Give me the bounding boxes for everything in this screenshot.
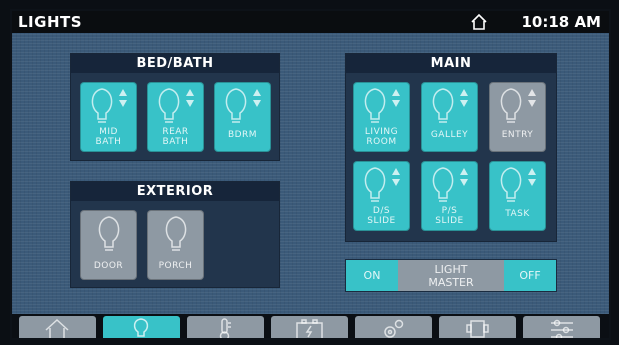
dimmer-arrows-icon xyxy=(528,89,536,107)
lightbulb-icon xyxy=(432,167,454,202)
master-on-button[interactable]: ON xyxy=(346,260,398,291)
light-label: SLIDE xyxy=(367,216,396,226)
lightbulb-icon xyxy=(91,88,113,123)
bedbath-panel: BED/BATH MID BATH REAR BATH BDRM xyxy=(70,53,280,161)
light-button-door[interactable]: DOOR xyxy=(80,210,137,280)
gear-icon xyxy=(384,319,404,338)
light-button-entry[interactable]: ENTRY xyxy=(489,82,546,152)
light-label: D/S xyxy=(372,206,391,216)
lightbulb-icon xyxy=(432,88,454,123)
master-label-line2: MASTER xyxy=(428,276,474,289)
master-off-button[interactable]: OFF xyxy=(504,260,556,291)
light-label: ROOM xyxy=(366,137,397,147)
battery-icon xyxy=(296,319,323,338)
generator-icon xyxy=(466,320,489,338)
light-label: TASK xyxy=(505,209,530,219)
light-label: BATH xyxy=(162,137,189,147)
clock: 10:18 AM xyxy=(521,13,601,31)
dimmer-arrows-icon xyxy=(392,89,400,107)
lightbulb-icon xyxy=(364,167,386,202)
bedbath-panel-title: BED/BATH xyxy=(71,54,279,73)
nav-tab-lights[interactable] xyxy=(103,316,180,338)
home-icon xyxy=(45,318,69,338)
lightbulb-icon xyxy=(500,88,522,123)
dimmer-arrows-icon xyxy=(392,168,400,186)
light-label: REAR xyxy=(162,127,189,137)
master-label: LIGHT MASTER xyxy=(398,260,504,291)
dimmer-arrows-icon xyxy=(119,89,127,107)
dimmer-arrows-icon xyxy=(186,89,194,107)
lightbulb-icon xyxy=(98,216,120,251)
home-icon[interactable] xyxy=(470,13,488,31)
light-button-galley[interactable]: GALLEY xyxy=(421,82,478,152)
exterior-panel-title: EXTERIOR xyxy=(71,182,279,201)
exterior-panel: EXTERIOR DOOR PORCH xyxy=(70,181,280,288)
dimmer-arrows-icon xyxy=(528,168,536,186)
light-label: GALLEY xyxy=(430,130,469,140)
master-label-line1: LIGHT xyxy=(434,263,468,276)
light-label: MID xyxy=(99,127,118,137)
lights-screen: LIGHTS 10:18 AM BED/BATH MID BATH REAR B… xyxy=(10,9,611,340)
lightbulb-icon xyxy=(133,318,149,337)
lightbulb-icon xyxy=(225,88,247,123)
main-panel-title: MAIN xyxy=(346,54,556,73)
nav-tab-power[interactable] xyxy=(271,316,348,338)
light-button-mid-bath[interactable]: MID BATH xyxy=(80,82,137,152)
thermometer-icon xyxy=(219,318,231,338)
light-button-living-room[interactable]: LIVING ROOM xyxy=(353,82,410,152)
light-button-ds-slide[interactable]: D/S SLIDE xyxy=(353,161,410,231)
lightbulb-icon xyxy=(500,167,522,202)
light-master-control: ON LIGHT MASTER OFF xyxy=(345,259,557,292)
bottom-nav xyxy=(12,314,609,338)
nav-tab-home[interactable] xyxy=(19,316,96,338)
light-button-porch[interactable]: PORCH xyxy=(147,210,204,280)
lightbulb-icon xyxy=(364,88,386,123)
light-button-rear-bath[interactable]: REAR BATH xyxy=(147,82,204,152)
dimmer-arrows-icon xyxy=(460,168,468,186)
light-label: PORCH xyxy=(158,261,193,271)
nav-tab-controls[interactable] xyxy=(523,316,600,338)
lightbulb-icon xyxy=(158,88,180,123)
page-title: LIGHTS xyxy=(18,13,83,31)
dimmer-arrows-icon xyxy=(460,89,468,107)
nav-tab-settings[interactable] xyxy=(355,316,432,338)
lightbulb-icon xyxy=(165,216,187,251)
light-button-task[interactable]: TASK xyxy=(489,161,546,231)
status-bar: LIGHTS 10:18 AM xyxy=(12,11,609,33)
main-panel: MAIN LIVING ROOM GALLEY ENTRY D/S SLIDE … xyxy=(345,53,557,242)
light-label: BATH xyxy=(95,137,122,147)
light-label: SLIDE xyxy=(435,216,464,226)
dimmer-arrows-icon xyxy=(253,89,261,107)
light-label: LIVING xyxy=(364,127,399,137)
light-label: P/S xyxy=(441,206,458,216)
light-button-ps-slide[interactable]: P/S SLIDE xyxy=(421,161,478,231)
sliders-icon xyxy=(551,319,573,338)
nav-tab-climate[interactable] xyxy=(187,316,264,338)
light-label: ENTRY xyxy=(501,130,534,140)
light-label: DOOR xyxy=(93,261,124,271)
light-label: BDRM xyxy=(227,130,258,140)
light-button-bdrm[interactable]: BDRM xyxy=(214,82,271,152)
nav-tab-generator[interactable] xyxy=(439,316,516,338)
